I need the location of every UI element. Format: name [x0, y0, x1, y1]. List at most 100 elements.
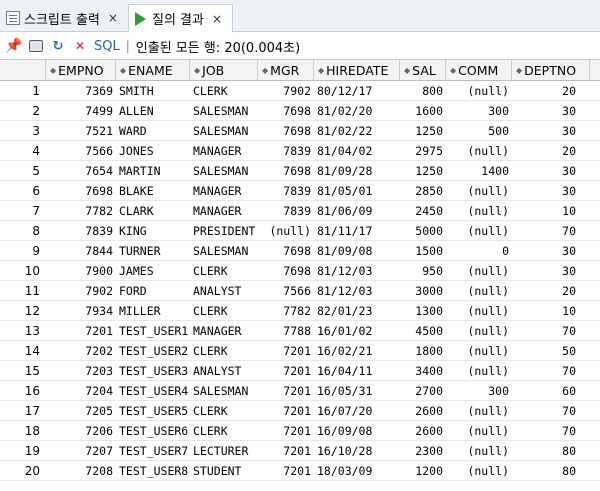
cell-hiredate[interactable]: 81/12/03: [314, 281, 400, 300]
cell-sal[interactable]: 2300: [400, 441, 446, 460]
cell-sal[interactable]: 3000: [400, 281, 446, 300]
column-header-deptno[interactable]: ◆ DEPTNO: [512, 60, 590, 80]
cell-comm[interactable]: (null): [446, 321, 512, 340]
cell-deptno[interactable]: 30: [512, 181, 590, 200]
cell-sal[interactable]: 2850: [400, 181, 446, 200]
cell-ename[interactable]: BLAKE: [116, 181, 190, 200]
cell-deptno[interactable]: 80: [512, 441, 590, 460]
tab-script-output[interactable]: 스크립트 출력 ×: [0, 4, 128, 32]
cell-ename[interactable]: TEST_USER7: [116, 441, 190, 460]
cell-hiredate[interactable]: 16/05/31: [314, 381, 400, 400]
cell-job[interactable]: SALESMAN: [190, 161, 258, 180]
row-number[interactable]: 3: [0, 121, 46, 140]
cell-comm[interactable]: (null): [446, 421, 512, 440]
cell-deptno[interactable]: 10: [512, 301, 590, 320]
table-row[interactable]: 14 7202 TEST_USER2 CLERK 7201 16/02/21 1800 (nu…: [0, 341, 600, 361]
row-number[interactable]: 13: [0, 321, 46, 340]
cell-empno[interactable]: 7654: [46, 161, 116, 180]
cell-ename[interactable]: TEST_USER5: [116, 401, 190, 420]
cell-hiredate[interactable]: 80/12/17: [314, 81, 400, 100]
cell-comm[interactable]: 1400: [446, 161, 512, 180]
cell-mgr[interactable]: 7902: [258, 81, 314, 100]
cell-sal[interactable]: 2975: [400, 141, 446, 160]
cell-deptno[interactable]: 30: [512, 261, 590, 280]
cell-sal[interactable]: 3400: [400, 361, 446, 380]
cell-comm[interactable]: (null): [446, 201, 512, 220]
cell-sal[interactable]: 2600: [400, 421, 446, 440]
cell-ename[interactable]: TEST_USER4: [116, 381, 190, 400]
row-number[interactable]: 15: [0, 361, 46, 380]
cell-hiredate[interactable]: 81/12/03: [314, 261, 400, 280]
print-button[interactable]: [28, 38, 44, 54]
row-number[interactable]: 17: [0, 401, 46, 420]
cell-job[interactable]: LECTURER: [190, 441, 258, 460]
row-number[interactable]: 19: [0, 441, 46, 460]
cell-job[interactable]: SALESMAN: [190, 381, 258, 400]
cell-job[interactable]: SALESMAN: [190, 241, 258, 260]
cell-mgr[interactable]: (null): [258, 221, 314, 240]
row-number[interactable]: 11: [0, 281, 46, 300]
cell-job[interactable]: MANAGER: [190, 201, 258, 220]
cell-sal[interactable]: 1500: [400, 241, 446, 260]
row-number[interactable]: 2: [0, 101, 46, 120]
row-number[interactable]: 8: [0, 221, 46, 240]
row-number[interactable]: 5: [0, 161, 46, 180]
cell-sal[interactable]: 1800: [400, 341, 446, 360]
table-row[interactable]: 11 7902 FORD ANALYST 7566 81/12/03 3000 (null) 2…: [0, 281, 600, 301]
cell-empno[interactable]: 7782: [46, 201, 116, 220]
cell-ename[interactable]: KING: [116, 221, 190, 240]
cell-hiredate[interactable]: 81/11/17: [314, 221, 400, 240]
cell-mgr[interactable]: 7698: [258, 121, 314, 140]
cell-mgr[interactable]: 7788: [258, 321, 314, 340]
cell-job[interactable]: PRESIDENT: [190, 221, 258, 240]
cell-empno[interactable]: 7521: [46, 121, 116, 140]
cell-mgr[interactable]: 7201: [258, 361, 314, 380]
cell-hiredate[interactable]: 16/10/28: [314, 441, 400, 460]
cell-mgr[interactable]: 7839: [258, 181, 314, 200]
cell-comm[interactable]: (null): [446, 141, 512, 160]
table-row[interactable]: 20 7208 TEST_USER8 STUDENT 7201 18/03/09 1200(…: [0, 461, 600, 481]
cell-comm[interactable]: (null): [446, 301, 512, 320]
cell-comm[interactable]: (null): [446, 341, 512, 360]
row-number[interactable]: 9: [0, 241, 46, 260]
cell-hiredate[interactable]: 81/06/09: [314, 201, 400, 220]
cell-hiredate[interactable]: 16/04/11: [314, 361, 400, 380]
cell-job[interactable]: CLERK: [190, 341, 258, 360]
cell-hiredate[interactable]: 82/01/23: [314, 301, 400, 320]
refresh-icon[interactable]: ↻: [50, 38, 66, 54]
cell-deptno[interactable]: 80: [512, 461, 590, 480]
cell-job[interactable]: MANAGER: [190, 181, 258, 200]
column-header-empno[interactable]: ◆ EMPNO: [46, 60, 116, 80]
column-header-job[interactable]: ◆ JOB: [190, 60, 258, 80]
table-row[interactable]: 10 7900 JAMES CLERK 7698 81/12/03 950 (null) 30: [0, 261, 600, 281]
cell-hiredate[interactable]: 81/09/28: [314, 161, 400, 180]
cell-empno[interactable]: 7207: [46, 441, 116, 460]
cell-deptno[interactable]: 20: [512, 81, 590, 100]
cell-comm[interactable]: 0: [446, 241, 512, 260]
row-number[interactable]: 7: [0, 201, 46, 220]
cell-sal[interactable]: 2600: [400, 401, 446, 420]
cell-empno[interactable]: 7206: [46, 421, 116, 440]
cell-ename[interactable]: TURNER: [116, 241, 190, 260]
table-row[interactable]: 13 7201 TEST_USER1 MANAGER 7788 16/01/02 4500(…: [0, 321, 600, 341]
cell-empno[interactable]: 7201: [46, 321, 116, 340]
cell-comm[interactable]: 300: [446, 101, 512, 120]
pin-icon[interactable]: 📌: [5, 38, 22, 54]
table-row[interactable]: 2 7499 ALLEN SALESMAN 7698 81/02/20 1600 300 30: [0, 101, 600, 121]
cell-comm[interactable]: (null): [446, 181, 512, 200]
cell-ename[interactable]: TEST_USER8: [116, 461, 190, 480]
cell-empno[interactable]: 7902: [46, 281, 116, 300]
cell-job[interactable]: STUDENT: [190, 461, 258, 480]
table-row[interactable]: 15 7203 TEST_USER3 ANALYST 7201 16/04/11 3400(…: [0, 361, 600, 381]
column-header-ename[interactable]: ◆ ENAME: [116, 60, 190, 80]
cell-deptno[interactable]: 30: [512, 121, 590, 140]
cell-hiredate[interactable]: 16/09/08: [314, 421, 400, 440]
row-number[interactable]: 12: [0, 301, 46, 320]
cell-mgr[interactable]: 7698: [258, 161, 314, 180]
row-number[interactable]: 4: [0, 141, 46, 160]
cell-sal[interactable]: 5000: [400, 221, 446, 240]
cell-job[interactable]: CLERK: [190, 261, 258, 280]
cell-comm[interactable]: (null): [446, 221, 512, 240]
cell-empno[interactable]: 7202: [46, 341, 116, 360]
cell-hiredate[interactable]: 18/03/09: [314, 461, 400, 480]
